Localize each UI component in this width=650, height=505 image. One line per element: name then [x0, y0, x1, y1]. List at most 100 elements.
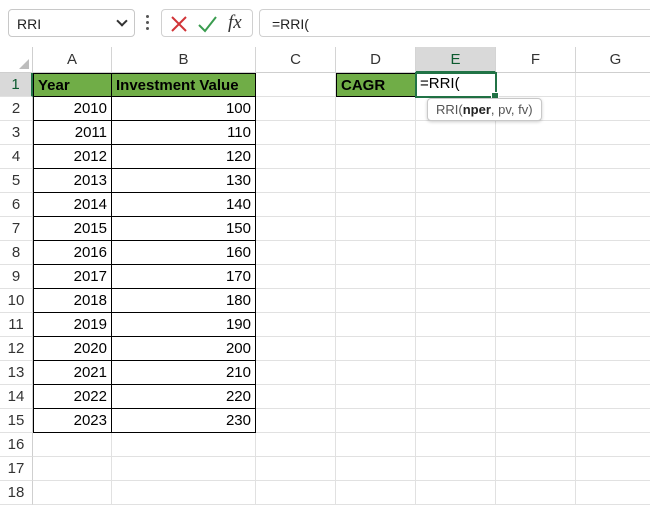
year-cell[interactable]: 2011 — [33, 121, 112, 145]
investment-value-cell[interactable]: 150 — [112, 217, 256, 241]
investment-value-cell[interactable]: 180 — [112, 289, 256, 313]
formula-input[interactable]: =RRI( — [259, 9, 650, 37]
column-header-b[interactable]: B — [112, 47, 256, 73]
row-header-18[interactable]: 18 — [0, 481, 33, 505]
empty-cell[interactable] — [256, 97, 336, 121]
empty-cell[interactable] — [576, 241, 650, 265]
empty-cell[interactable] — [336, 145, 416, 169]
empty-cell[interactable] — [416, 265, 496, 289]
empty-cell[interactable] — [576, 121, 650, 145]
empty-cell[interactable] — [496, 433, 576, 457]
column-header-f[interactable]: F — [496, 47, 576, 73]
empty-cell[interactable] — [256, 265, 336, 289]
empty-cell[interactable] — [576, 73, 650, 97]
empty-cell[interactable] — [112, 433, 256, 457]
empty-cell[interactable] — [336, 361, 416, 385]
empty-cell[interactable] — [256, 385, 336, 409]
year-cell[interactable]: 2021 — [33, 361, 112, 385]
empty-cell[interactable] — [336, 121, 416, 145]
empty-cell[interactable] — [416, 289, 496, 313]
empty-cell[interactable] — [336, 313, 416, 337]
empty-cell[interactable] — [336, 241, 416, 265]
column-header-c[interactable]: C — [256, 47, 336, 73]
empty-cell[interactable] — [496, 313, 576, 337]
cancel-x-icon[interactable] — [168, 13, 190, 35]
cagr-label[interactable]: CAGR — [336, 73, 416, 97]
year-cell[interactable]: 2010 — [33, 97, 112, 121]
year-cell[interactable]: 2022 — [33, 385, 112, 409]
empty-cell[interactable] — [336, 265, 416, 289]
empty-cell[interactable] — [416, 457, 496, 481]
year-cell[interactable]: 2020 — [33, 337, 112, 361]
empty-cell[interactable] — [256, 337, 336, 361]
empty-cell[interactable] — [496, 385, 576, 409]
empty-cell[interactable] — [496, 409, 576, 433]
empty-cell[interactable] — [416, 241, 496, 265]
column-header-d[interactable]: D — [336, 47, 416, 73]
empty-cell[interactable] — [416, 193, 496, 217]
row-header-12[interactable]: 12 — [0, 337, 33, 361]
more-options-icon[interactable] — [146, 15, 149, 31]
year-cell[interactable]: 2016 — [33, 241, 112, 265]
year-cell[interactable]: 2012 — [33, 145, 112, 169]
empty-cell[interactable] — [496, 241, 576, 265]
row-header-16[interactable]: 16 — [0, 433, 33, 457]
empty-cell[interactable] — [336, 409, 416, 433]
function-argument-tooltip[interactable]: RRI(nper, pv, fv) — [427, 98, 542, 121]
empty-cell[interactable] — [256, 289, 336, 313]
empty-cell[interactable] — [576, 193, 650, 217]
empty-cell[interactable] — [576, 361, 650, 385]
year-cell[interactable]: 2013 — [33, 169, 112, 193]
investment-value-cell[interactable]: 220 — [112, 385, 256, 409]
investment-value-cell[interactable]: 130 — [112, 169, 256, 193]
empty-cell[interactable] — [576, 313, 650, 337]
investment-value-cell[interactable]: 160 — [112, 241, 256, 265]
empty-cell[interactable] — [416, 169, 496, 193]
empty-cell[interactable] — [336, 193, 416, 217]
empty-cell[interactable] — [496, 361, 576, 385]
empty-cell[interactable] — [336, 337, 416, 361]
name-box[interactable]: RRI — [8, 9, 135, 37]
empty-cell[interactable] — [496, 337, 576, 361]
investment-value-cell[interactable]: 190 — [112, 313, 256, 337]
empty-cell[interactable] — [496, 457, 576, 481]
empty-cell[interactable] — [576, 289, 650, 313]
empty-cell[interactable] — [576, 97, 650, 121]
empty-cell[interactable] — [496, 265, 576, 289]
empty-cell[interactable] — [416, 361, 496, 385]
empty-cell[interactable] — [576, 169, 650, 193]
investment-value-cell[interactable]: 140 — [112, 193, 256, 217]
row-header-1[interactable]: 1 — [0, 73, 33, 97]
row-header-11[interactable]: 11 — [0, 313, 33, 337]
investment-value-cell[interactable]: 110 — [112, 121, 256, 145]
row-header-8[interactable]: 8 — [0, 241, 33, 265]
row-header-5[interactable]: 5 — [0, 169, 33, 193]
empty-cell[interactable] — [416, 217, 496, 241]
empty-cell[interactable] — [416, 145, 496, 169]
row-header-9[interactable]: 9 — [0, 265, 33, 289]
empty-cell[interactable] — [336, 457, 416, 481]
empty-cell[interactable] — [576, 145, 650, 169]
empty-cell[interactable] — [33, 433, 112, 457]
row-header-3[interactable]: 3 — [0, 121, 33, 145]
year-cell[interactable]: 2018 — [33, 289, 112, 313]
row-header-6[interactable]: 6 — [0, 193, 33, 217]
empty-cell[interactable] — [416, 481, 496, 505]
year-cell[interactable]: 2019 — [33, 313, 112, 337]
empty-cell[interactable] — [336, 97, 416, 121]
empty-cell[interactable] — [416, 385, 496, 409]
empty-cell[interactable] — [416, 409, 496, 433]
empty-cell[interactable] — [256, 361, 336, 385]
row-header-2[interactable]: 2 — [0, 97, 33, 121]
empty-cell[interactable] — [256, 313, 336, 337]
empty-cell[interactable] — [336, 217, 416, 241]
row-header-17[interactable]: 17 — [0, 457, 33, 481]
empty-cell[interactable] — [336, 385, 416, 409]
empty-cell[interactable] — [336, 433, 416, 457]
empty-cell[interactable] — [576, 409, 650, 433]
empty-cell[interactable] — [256, 409, 336, 433]
empty-cell[interactable] — [256, 241, 336, 265]
empty-cell[interactable] — [496, 169, 576, 193]
empty-cell[interactable] — [256, 73, 336, 97]
empty-cell[interactable] — [256, 169, 336, 193]
